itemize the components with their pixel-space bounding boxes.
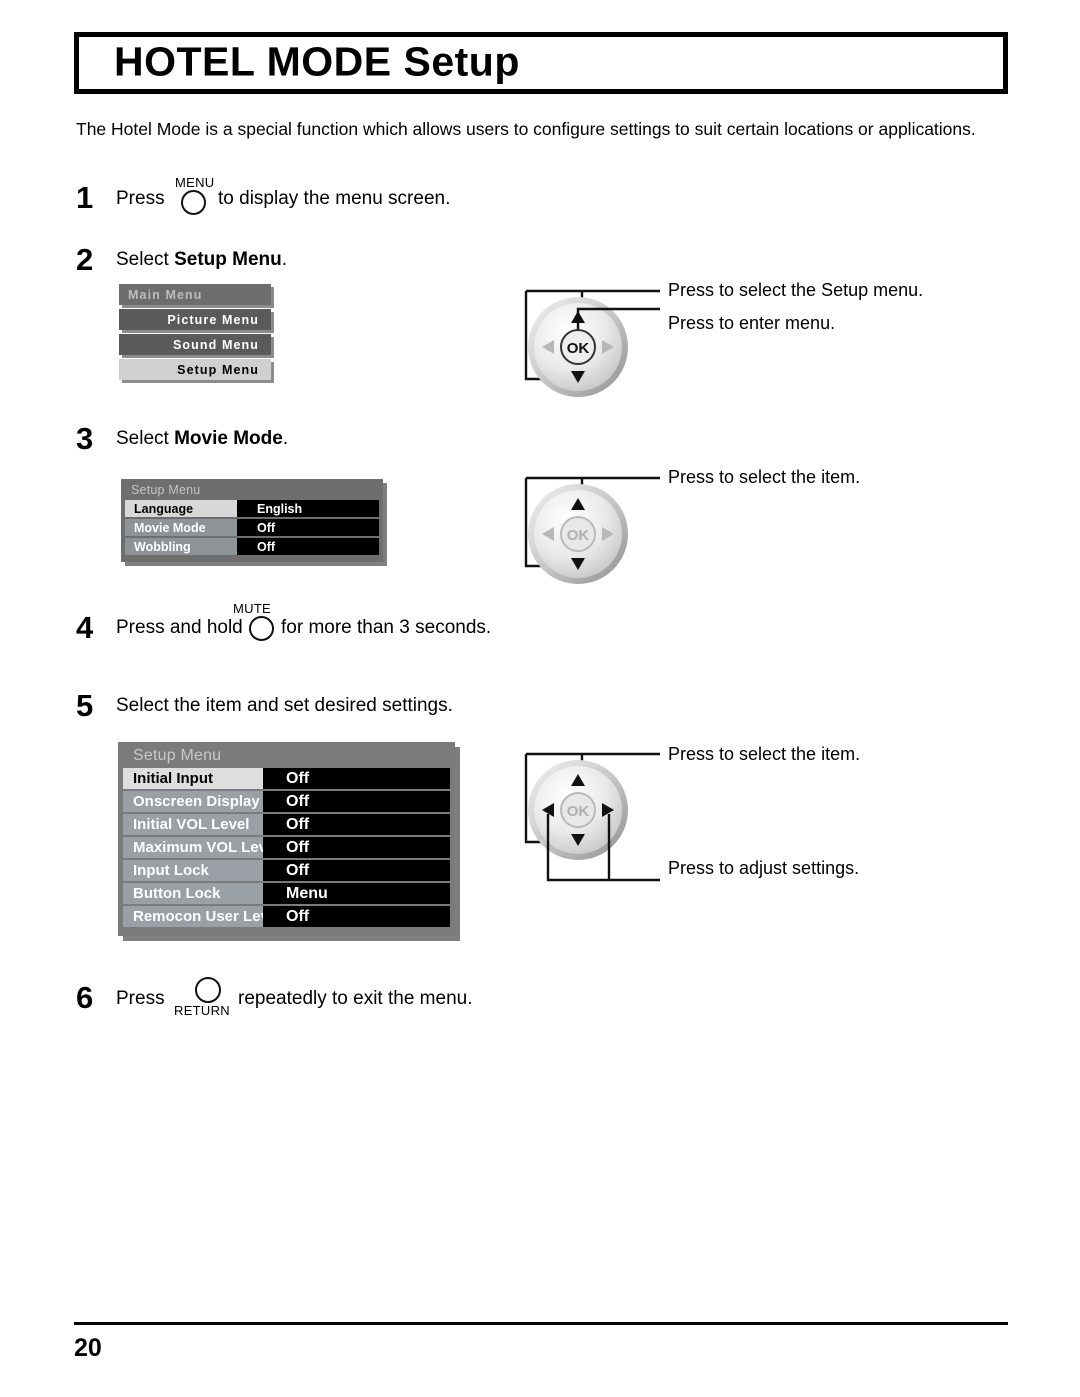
navpad-1-callout-second: Press to enter menu. xyxy=(668,313,836,333)
main-menu-osd: Main Menu Picture Menu Sound Menu Setup … xyxy=(119,284,271,384)
mute-button-icon[interactable] xyxy=(249,616,274,641)
setup-menu-large-row-label: Initial VOL Level xyxy=(123,814,263,835)
setup-menu-large-row-value: Off xyxy=(263,768,450,789)
intro-paragraph: The Hotel Mode is a special function whi… xyxy=(76,119,976,139)
step-3-text-bold: Movie Mode xyxy=(174,428,283,449)
setup-menu-large-row-input-lock[interactable]: Input Lock Off xyxy=(123,860,450,881)
step-2-text: Select Setup Menu. xyxy=(116,249,287,271)
setup-menu-large-row-label: Input Lock xyxy=(123,860,263,881)
setup-menu-osd-small: Setup Menu Language English Movie Mode O… xyxy=(121,479,383,562)
setup-menu-small-row-label: Wobbling xyxy=(125,538,237,555)
step-3-text: Select Movie Mode. xyxy=(116,428,288,450)
menu-button-icon[interactable] xyxy=(181,190,206,215)
setup-menu-large-row-value: Off xyxy=(263,837,450,858)
step-4-number: 4 xyxy=(76,610,94,645)
step-3-text-after: . xyxy=(282,428,289,449)
setup-menu-small-row-value: Off xyxy=(237,538,379,555)
navpad-svg-3: OK xyxy=(524,752,660,882)
setup-menu-small-row-wobbling[interactable]: Wobbling Off xyxy=(125,538,379,555)
page-title: HOTEL MODE Setup xyxy=(114,38,520,85)
navpad-diagram-1: OK xyxy=(510,279,660,404)
step-1-text-before: Press xyxy=(116,188,165,209)
main-menu-header-label: Main Menu xyxy=(128,287,203,302)
step-1-number: 1 xyxy=(76,180,94,215)
navpad-svg-2: OK xyxy=(524,476,660,584)
step-2-text-after: . xyxy=(281,249,288,270)
main-menu-item-label: Picture Menu xyxy=(167,312,259,327)
step-4-text-before: Press and hold xyxy=(116,617,243,638)
navpad-2-ok-label: OK xyxy=(567,527,590,544)
setup-menu-large-row-label: Initial Input xyxy=(123,768,263,789)
step-2-text-bold: Setup Menu xyxy=(174,249,282,270)
setup-menu-large-row-value: Off xyxy=(263,791,450,812)
step-5-number: 5 xyxy=(76,688,94,723)
setup-menu-small-row-movie-mode[interactable]: Movie Mode Off xyxy=(125,519,379,536)
navpad-2-callout-top: Press to select the item. xyxy=(668,467,861,487)
page-number: 20 xyxy=(74,1334,102,1362)
step-3-number: 3 xyxy=(76,421,94,456)
setup-menu-small-row-label: Language xyxy=(125,500,237,517)
setup-menu-small-row-value: Off xyxy=(237,519,379,536)
setup-menu-small-row-language[interactable]: Language English xyxy=(125,500,379,517)
main-menu-item-label: Sound Menu xyxy=(173,337,259,352)
setup-menu-large-row-button-lock[interactable]: Button Lock Menu xyxy=(123,883,450,904)
setup-menu-large-header: Setup Menu xyxy=(133,747,222,764)
step-6-text-after: repeatedly to exit the menu. xyxy=(238,988,473,1009)
navpad-1-ok-label: OK xyxy=(567,340,590,357)
setup-menu-large-row-value: Off xyxy=(263,860,450,881)
setup-menu-large-row-label: Button Lock xyxy=(123,883,263,904)
page-title-box: HOTEL MODE Setup xyxy=(74,32,1008,94)
step-6-number: 6 xyxy=(76,980,94,1015)
setup-menu-large-row-remocon-user-level[interactable]: Remocon User Level Off xyxy=(123,906,450,927)
setup-menu-large-row-value: Off xyxy=(263,906,450,927)
return-button-icon[interactable] xyxy=(195,977,221,1003)
setup-menu-small-row-value: English xyxy=(237,500,379,517)
step-6-text-before: Press xyxy=(116,988,165,1009)
main-menu-item-setup[interactable]: Setup Menu xyxy=(119,359,271,380)
navpad-3-ok-label: OK xyxy=(567,803,590,820)
setup-menu-large-row-value: Off xyxy=(263,814,450,835)
setup-menu-large-row-value: Menu xyxy=(263,883,450,904)
step-5-text: Select the item and set desired settings… xyxy=(116,695,453,716)
step-4-text-after: for more than 3 seconds. xyxy=(281,617,492,638)
setup-menu-small-row-label: Movie Mode xyxy=(125,519,237,536)
step-2-number: 2 xyxy=(76,242,94,277)
setup-menu-large-row-label: Remocon User Level xyxy=(123,906,263,927)
setup-menu-large-row-maximum-vol-level[interactable]: Maximum VOL Level Off xyxy=(123,837,450,858)
setup-menu-large-row-onscreen-display[interactable]: Onscreen Display Off xyxy=(123,791,450,812)
menu-button-caption: MENU xyxy=(175,175,215,190)
setup-menu-osd-large: Setup Menu Initial Input Off Onscreen Di… xyxy=(118,742,455,936)
step-3-text-before: Select xyxy=(116,428,175,449)
navpad-3-callout-top: Press to select the item. xyxy=(668,744,861,764)
main-menu-header: Main Menu xyxy=(119,284,271,305)
setup-menu-large-row-initial-vol-level[interactable]: Initial VOL Level Off xyxy=(123,814,450,835)
setup-menu-large-row-initial-input[interactable]: Initial Input Off xyxy=(123,768,450,789)
footer-divider xyxy=(74,1322,1008,1325)
mute-button-caption: MUTE xyxy=(233,601,272,616)
step-2-text-before: Select xyxy=(116,249,175,270)
main-menu-item-label: Setup Menu xyxy=(177,362,259,377)
navpad-svg-1: OK xyxy=(524,289,660,397)
setup-menu-large-row-label: Maximum VOL Level xyxy=(123,837,263,858)
navpad-1-callout-top: Press to select the Setup menu. xyxy=(668,280,924,300)
return-button-caption: RETURN xyxy=(174,1003,230,1018)
main-menu-item-sound[interactable]: Sound Menu xyxy=(119,334,271,355)
main-menu-item-picture[interactable]: Picture Menu xyxy=(119,309,271,330)
setup-menu-small-header: Setup Menu xyxy=(131,483,201,497)
setup-menu-large-row-label: Onscreen Display xyxy=(123,791,263,812)
navpad-diagram-3: OK xyxy=(510,742,660,892)
step-1-text-after: to display the menu screen. xyxy=(218,188,451,209)
navpad-diagram-2: OK xyxy=(510,466,660,591)
navpad-3-callout-bottom: Press to adjust settings. xyxy=(668,858,860,878)
